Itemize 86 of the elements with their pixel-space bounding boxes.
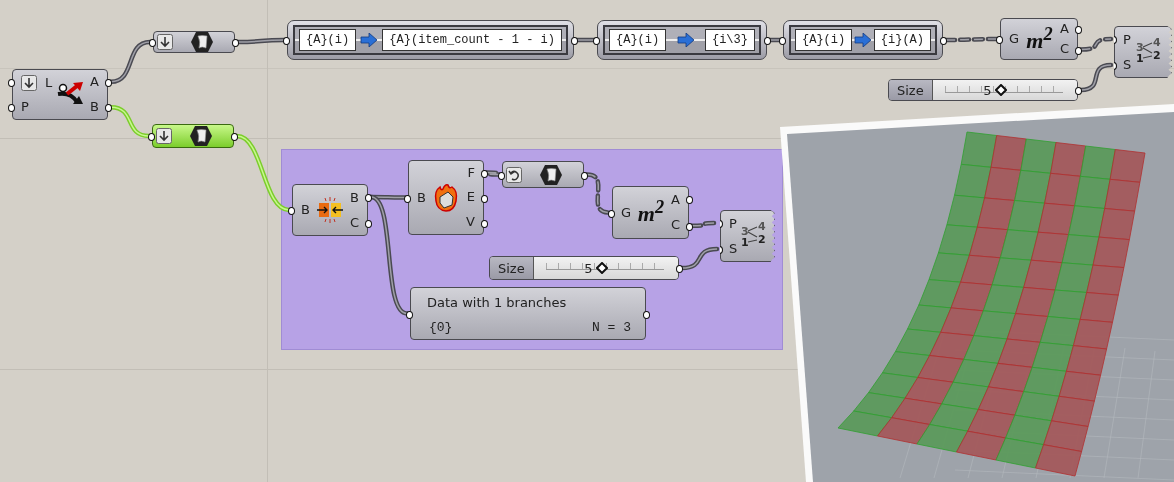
output-grip[interactable] — [232, 39, 239, 47]
input-grip[interactable] — [8, 104, 15, 113]
right-arrow-icon — [854, 33, 872, 47]
input-label: P — [729, 216, 737, 231]
output-grip[interactable] — [481, 194, 488, 203]
target-pattern: {i}(A) — [873, 29, 931, 51]
slider-thumb[interactable] — [596, 262, 609, 274]
input-grip[interactable] — [996, 36, 1003, 44]
output-grip[interactable] — [1075, 25, 1082, 34]
output-grip[interactable] — [686, 196, 693, 205]
right-arrow-icon — [676, 33, 695, 47]
right-arrow-icon — [360, 33, 379, 47]
input-grip[interactable] — [608, 209, 615, 218]
input-grip[interactable] — [148, 133, 155, 141]
source-pattern: {A}(i) — [795, 29, 853, 51]
area-symbol: m$^{2}$ — [1026, 23, 1053, 55]
wire — [1078, 36, 1114, 52]
output-grip[interactable] — [105, 78, 112, 87]
input-grip[interactable] — [149, 39, 156, 47]
slider-label: Size — [889, 80, 933, 100]
input-grip[interactable] — [593, 37, 600, 45]
slider-value: 5 — [584, 260, 593, 276]
output-grip[interactable] — [481, 169, 488, 178]
slider-label: Size — [490, 257, 534, 279]
input-grip[interactable] — [406, 310, 413, 319]
down-arrow-icon[interactable] — [157, 34, 173, 50]
output-label: C — [670, 218, 680, 233]
output-label: A — [1060, 22, 1069, 36]
surface-icon — [539, 163, 563, 186]
output-label: B — [350, 190, 359, 205]
output-label: B — [90, 99, 99, 114]
output-label: C — [349, 215, 359, 230]
component-node[interactable]: P S 3 4 1 2 — [1114, 26, 1172, 78]
output-grip[interactable] — [676, 265, 683, 273]
output-grip[interactable] — [1075, 87, 1082, 95]
slider-value: 5 — [983, 82, 992, 98]
surface-icon — [189, 125, 213, 147]
merge-icon — [315, 196, 344, 224]
input-label: S — [1123, 57, 1132, 72]
output-grip[interactable] — [365, 220, 372, 228]
output-label: A — [90, 75, 99, 90]
input-label: P — [21, 100, 29, 115]
branch-path: {0} — [429, 320, 453, 335]
input-label: S — [729, 241, 738, 256]
source-pattern: {A}(i) — [609, 29, 667, 51]
output-grip[interactable] — [481, 219, 488, 228]
output-grip[interactable] — [105, 104, 112, 113]
source-pattern: {A}(i) — [299, 29, 357, 51]
down-arrow-icon[interactable] — [21, 74, 37, 91]
item-count: N = 3 — [592, 320, 631, 335]
down-arrow-icon[interactable] — [156, 128, 172, 144]
output-label: C — [1059, 42, 1069, 56]
target-pattern: {i\3} — [704, 29, 755, 51]
input-label: G — [621, 205, 632, 220]
output-label: F — [467, 166, 475, 181]
area-symbol: m$^{2}$ — [637, 197, 665, 228]
target-pattern: {A}(item_count - 1 - i) — [382, 29, 562, 51]
output-grip[interactable] — [643, 310, 650, 319]
flaming-brep-icon — [432, 182, 460, 213]
input-label: B — [417, 190, 426, 205]
input-label: B — [301, 203, 310, 217]
input-grip[interactable] — [779, 37, 786, 45]
output-label: V — [466, 214, 475, 229]
surface-icon — [190, 31, 214, 53]
input-label: L — [45, 75, 53, 90]
input-grip[interactable] — [288, 207, 295, 215]
slider-thumb[interactable] — [995, 84, 1008, 96]
input-grip[interactable] — [498, 171, 505, 180]
input-grip[interactable] — [404, 194, 411, 203]
rotate-arrow-icon[interactable] — [506, 166, 522, 183]
output-grip[interactable] — [1075, 46, 1082, 55]
output-grip[interactable] — [231, 133, 238, 141]
output-grip[interactable] — [365, 194, 372, 202]
input-label: P — [1123, 32, 1131, 47]
output-grip[interactable] — [764, 37, 771, 45]
input-label: G — [1009, 32, 1020, 46]
output-grip[interactable] — [571, 37, 578, 45]
output-grip[interactable] — [940, 37, 947, 45]
input-grip[interactable] — [283, 37, 290, 45]
panel-title: Data with 1 branches — [426, 294, 568, 312]
input-grip[interactable] — [8, 78, 15, 87]
output-grip[interactable] — [581, 171, 588, 180]
component-node[interactable]: P S 3 4 1 2 — [720, 210, 775, 262]
output-label: E — [466, 190, 475, 205]
output-label: A — [671, 192, 680, 207]
output-grip[interactable] — [686, 222, 693, 231]
